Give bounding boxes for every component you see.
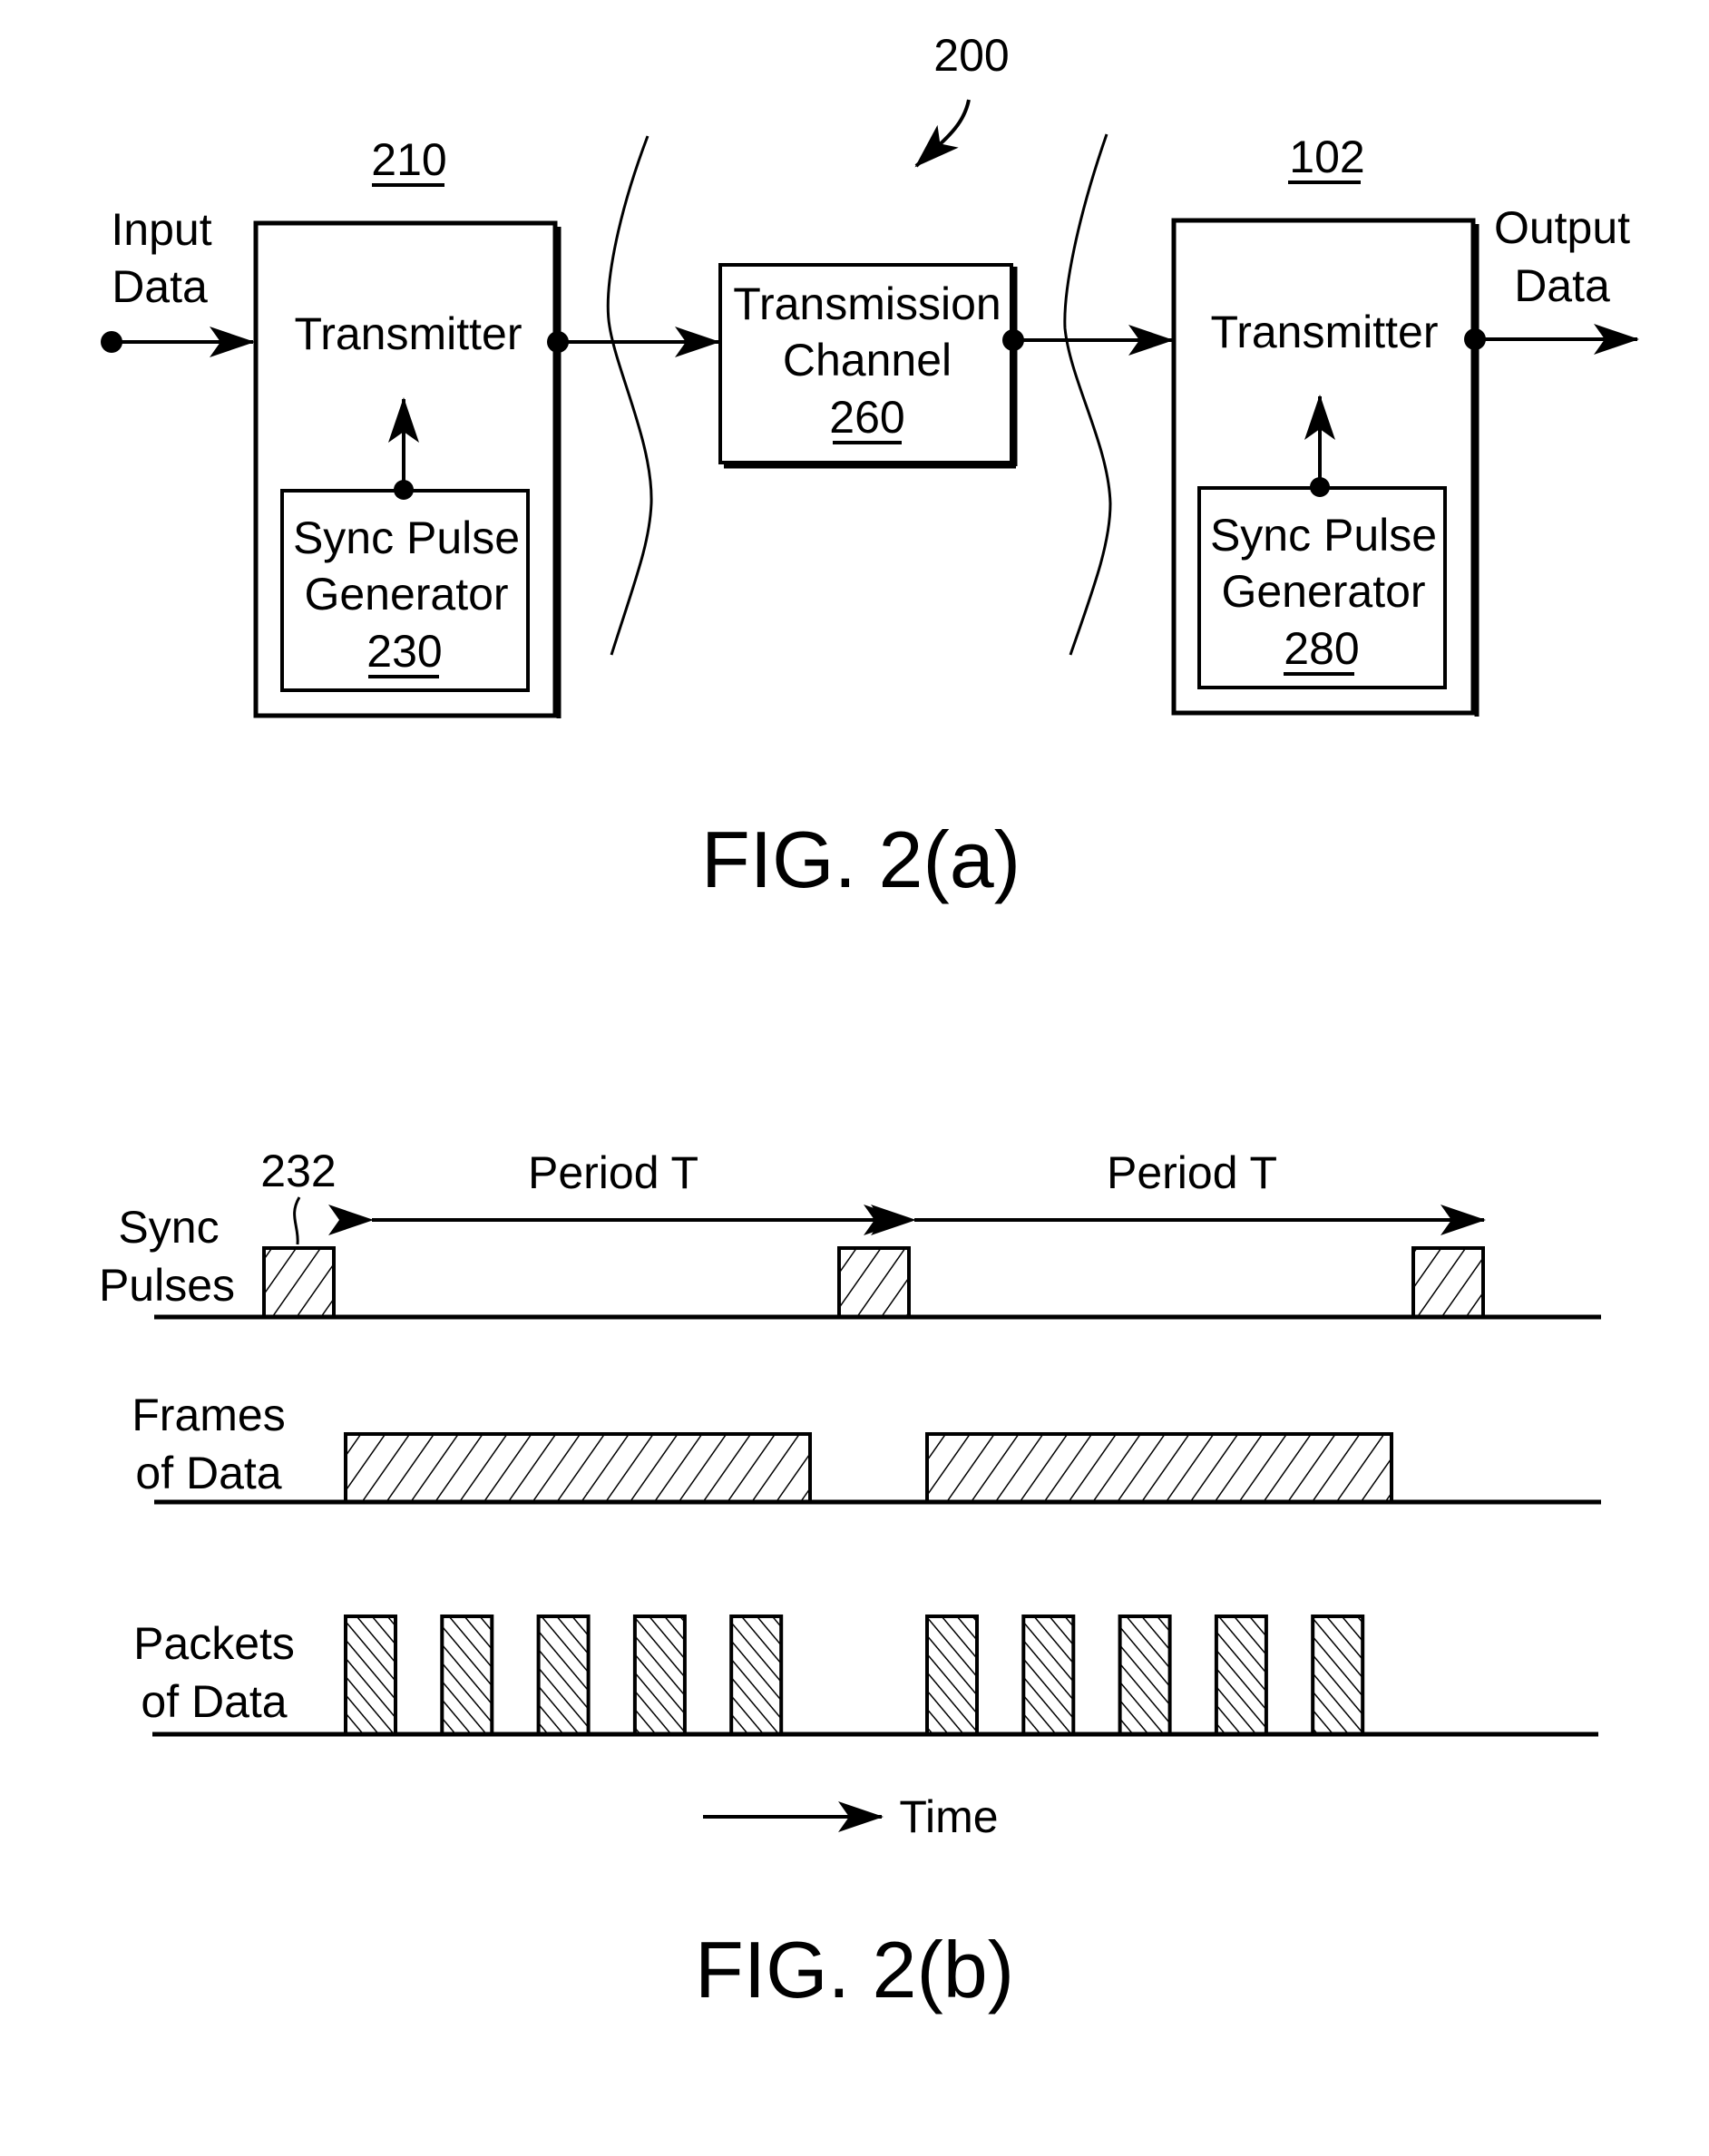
transmitter-2-label: Transmitter (1211, 307, 1439, 357)
output-label-line2: Data (1514, 260, 1610, 311)
data-frame (925, 1432, 1393, 1504)
data-packet (440, 1615, 494, 1736)
period-label-2: Period T (1107, 1147, 1277, 1198)
pulse-ref-leader (293, 1196, 301, 1245)
sync-pulses (262, 1246, 1485, 1319)
tx2-ref: 102 (1289, 132, 1364, 182)
row-packets-label-line1: Packets (133, 1618, 295, 1669)
figure-2a: 200 Input Data 210 Transmitter Sync Puls… (101, 30, 1639, 904)
sync-pulse (837, 1246, 911, 1319)
output-label-line1: Output (1494, 202, 1630, 253)
data-packet (1311, 1615, 1365, 1736)
gen2-ref: 280 (1284, 623, 1359, 674)
input-label-line1: Input (111, 204, 211, 255)
gen1-line1: Sync Pulse (293, 512, 520, 563)
row-sync-label-line1: Sync (118, 1202, 219, 1253)
break-curve-left (606, 135, 653, 656)
break-curve-right (1063, 133, 1112, 656)
sync-pulse (262, 1246, 336, 1319)
row-sync-label-line2: Pulses (99, 1260, 235, 1311)
pulse-ref-label: 232 (260, 1146, 336, 1196)
system-ref-label: 200 (933, 30, 1009, 81)
data-packet (1021, 1615, 1076, 1736)
data-frame (344, 1432, 812, 1504)
row-packets-label-line2: of Data (141, 1676, 287, 1727)
row-frames-label-line2: of Data (135, 1448, 281, 1498)
tx1-ref: 210 (371, 134, 446, 185)
transmitter-1-label: Transmitter (295, 308, 522, 359)
packets (344, 1615, 1365, 1736)
data-packet (536, 1615, 591, 1736)
figure-2b-caption: FIG. 2(b) (695, 1925, 1014, 2015)
row-frames-label-line1: Frames (132, 1390, 285, 1440)
data-packet (1118, 1615, 1172, 1736)
data-packet (344, 1615, 397, 1736)
input-label-line2: Data (112, 261, 208, 312)
channel-line2: Channel (783, 335, 952, 385)
channel-ref: 260 (829, 392, 904, 443)
data-packet (925, 1615, 979, 1736)
figure-2b: Sync Pulses Frames of Data Packets of Da… (99, 1146, 1601, 2015)
figure-2a-caption: FIG. 2(a) (701, 815, 1021, 904)
patent-figure: 200 Input Data 210 Transmitter Sync Puls… (99, 30, 1639, 2015)
gen2-line2: Generator (1221, 566, 1425, 617)
data-packet (729, 1615, 784, 1736)
period-label-1: Period T (528, 1147, 698, 1198)
frames (344, 1432, 1393, 1504)
data-packet (1214, 1615, 1268, 1736)
gen2-line1: Sync Pulse (1210, 510, 1437, 561)
data-packet (632, 1615, 687, 1736)
gen1-line2: Generator (304, 569, 508, 619)
gen1-ref: 230 (366, 626, 442, 677)
system-ref-arrow (914, 99, 971, 168)
channel-line1: Transmission (733, 278, 1001, 329)
sync-pulse (1411, 1246, 1485, 1319)
time-label: Time (899, 1791, 998, 1842)
